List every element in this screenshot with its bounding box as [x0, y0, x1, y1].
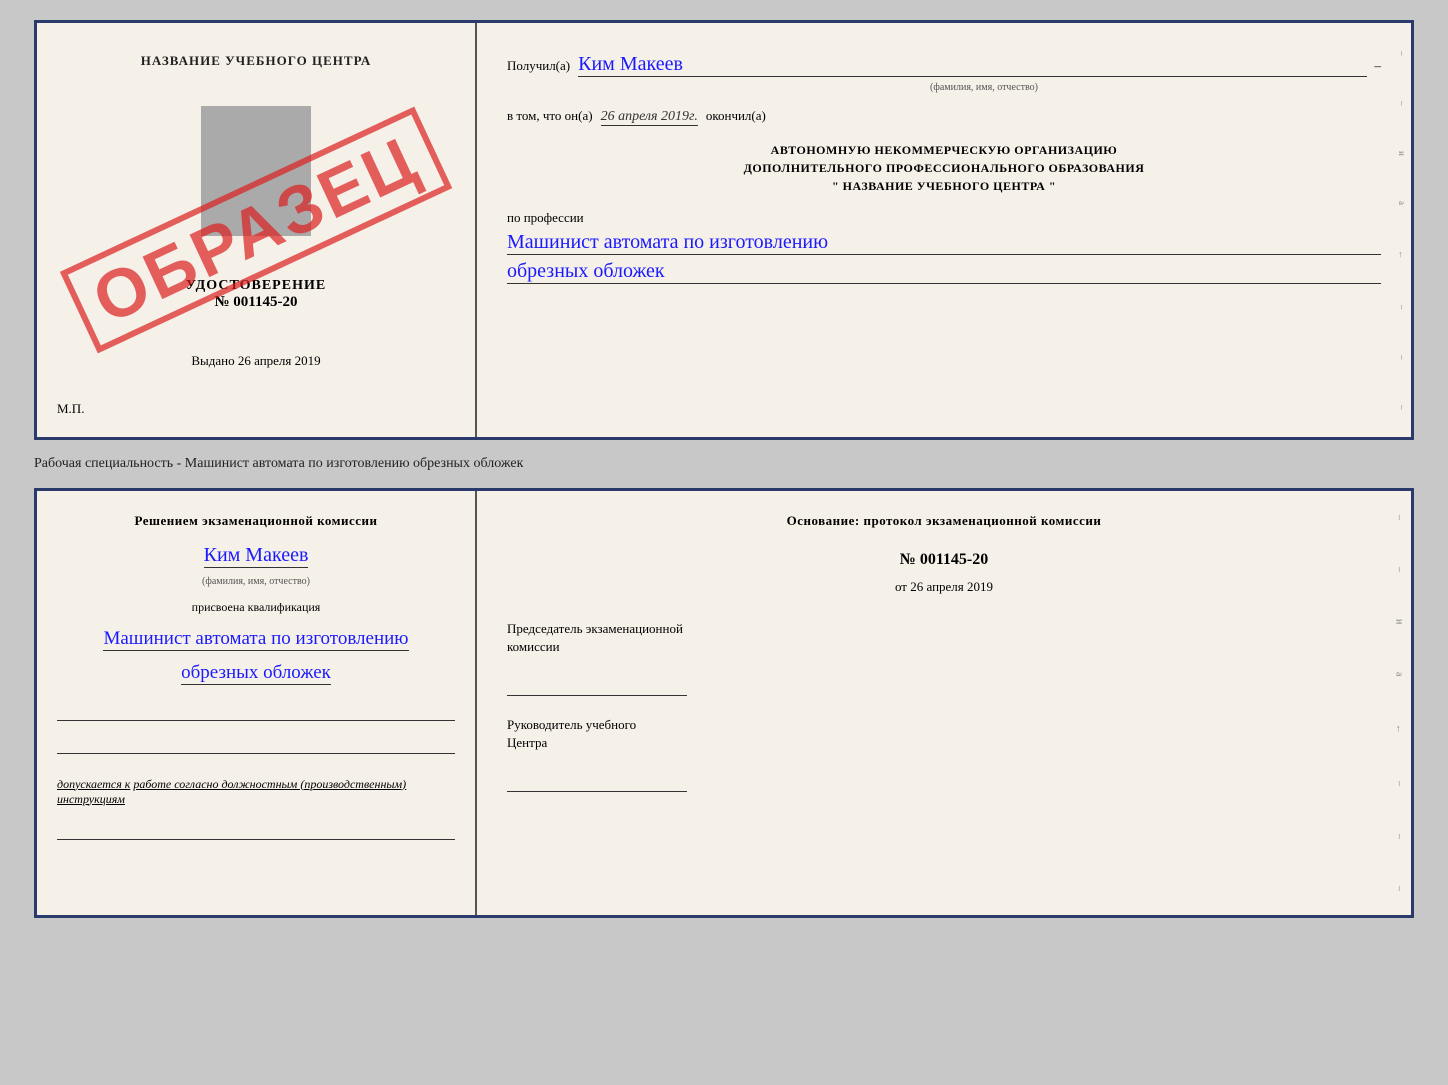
side-mark-6: –: [1397, 305, 1407, 310]
vtom-date: 26 апреля 2019г.: [601, 109, 698, 126]
bottom-doc-right: Основание: протокол экзаменационной коми…: [477, 491, 1411, 915]
predsedatel-label: Председатель экзаменационной комиссии: [507, 620, 1381, 656]
side-mark-4: а: [1397, 201, 1407, 205]
predsedatel-block: Председатель экзаменационной комиссии: [507, 620, 1381, 696]
po-professii: по профессии: [507, 210, 1381, 226]
vtom-line: в том, что он(а) 26 апреля 2019г. окончи…: [507, 108, 1381, 126]
prisvoena-label: присвоена квалификация: [192, 600, 321, 615]
osnovanie-block: Основание: протокол экзаменационной коми…: [507, 511, 1381, 531]
dopuskaetsya-block: допускается к работе согласно должностны…: [57, 777, 455, 807]
bottom-doc-left: Решением экзаменационной комиссии Ким Ма…: [37, 491, 477, 915]
profession-line1: Машинист автомата по изготовлению: [507, 231, 1381, 255]
fio-sub2: (фамилия, имя, отчество): [202, 576, 310, 587]
ot-date-val: 26 апреля 2019: [910, 579, 993, 594]
recipient-name: Ким Макеев: [578, 53, 1366, 77]
doc-number: № 001145-20: [186, 294, 326, 311]
rukovoditel-sig-line: [507, 772, 687, 792]
protocol-num: № 001145-20: [507, 551, 1381, 569]
mark-7: –: [1394, 834, 1405, 839]
vydano-date: 26 апреля 2019: [238, 353, 321, 368]
udostoverenie-block: УДОСТОВЕРЕНИЕ № 001145-20: [186, 278, 326, 311]
kvalif-line2: обрезных обложек: [181, 662, 331, 685]
top-doc-left: НАЗВАНИЕ УЧЕБНОГО ЦЕНТРА УДОСТОВЕРЕНИЕ №…: [37, 23, 477, 437]
side-mark-3: и: [1397, 151, 1407, 156]
mark-8: –: [1394, 886, 1405, 891]
okoncil-label: окончил(а): [706, 108, 766, 124]
recipient-label: Получил(а): [507, 58, 570, 74]
side-mark-1: –: [1397, 51, 1407, 56]
vydano-line: Выдано 26 апреля 2019: [191, 353, 320, 369]
mark-6: –: [1394, 781, 1405, 786]
org-name: " НАЗВАНИЕ УЧЕБНОГО ЦЕНТРА ": [507, 177, 1381, 195]
profession-line2: обрезных обложек: [507, 260, 1381, 284]
top-center-title: НАЗВАНИЕ УЧЕБНОГО ЦЕНТРА: [141, 53, 372, 69]
right-side-marks: – – и а ← – – –: [1389, 491, 1409, 915]
side-mark-7: –: [1397, 355, 1407, 360]
ot-date: от 26 апреля 2019: [507, 579, 1381, 595]
mark-1: –: [1394, 515, 1405, 520]
blank-line-2: [57, 734, 455, 754]
mark-3: и: [1394, 619, 1405, 624]
mark-5: ←: [1394, 724, 1405, 734]
kvalif-line1: Машинист автомата по изготовлению: [103, 628, 408, 651]
org-name-suffix: ": [1049, 179, 1056, 193]
mark-2: –: [1394, 567, 1405, 572]
fio-subtitle: (фамилия, имя, отчество): [587, 82, 1381, 93]
org-name-text: НАЗВАНИЕ УЧЕБНОГО ЦЕНТРА: [843, 179, 1046, 193]
rukovoditel-label: Руководитель учебного Центра: [507, 716, 1381, 752]
top-document: НАЗВАНИЕ УЧЕБНОГО ЦЕНТРА УДОСТОВЕРЕНИЕ №…: [34, 20, 1414, 440]
separator-text: Рабочая специальность - Машинист автомат…: [34, 450, 1414, 478]
blank-line-3: [57, 820, 455, 840]
photo-placeholder: [201, 106, 311, 236]
side-mark-8: –: [1397, 405, 1407, 410]
dopuskaetsya-label: допускается к: [57, 777, 130, 791]
resheniem-block: Решением экзаменационной комиссии: [134, 511, 377, 531]
komissia-name: Ким Макеев: [204, 544, 309, 568]
vtom-label: в том, что он(а): [507, 108, 593, 124]
predsedatel-sig-line: [507, 676, 687, 696]
blank-line-1: [57, 701, 455, 721]
mark-4: а: [1394, 672, 1405, 676]
mp-line: М.П.: [57, 401, 84, 417]
org-line1: АВТОНОМНУЮ НЕКОММЕРЧЕСКУЮ ОРГАНИЗАЦИЮ: [507, 141, 1381, 159]
recipient-dash: –: [1375, 58, 1382, 74]
side-mark-5: ←: [1397, 250, 1407, 259]
side-decorative-lines: – – и а ← – – –: [1393, 23, 1411, 437]
rukovoditel-block: Руководитель учебного Центра: [507, 716, 1381, 792]
ot-label: от: [895, 579, 907, 594]
vydano-label: Выдано: [191, 353, 234, 368]
udostoverenie-label: УДОСТОВЕРЕНИЕ: [186, 278, 326, 294]
bottom-document: Решением экзаменационной комиссии Ким Ма…: [34, 488, 1414, 918]
top-doc-right: Получил(а) Ким Макеев – (фамилия, имя, о…: [477, 23, 1411, 437]
org-line2: ДОПОЛНИТЕЛЬНОГО ПРОФЕССИОНАЛЬНОГО ОБРАЗО…: [507, 159, 1381, 177]
org-name-prefix: ": [832, 179, 839, 193]
org-block: АВТОНОМНУЮ НЕКОММЕРЧЕСКУЮ ОРГАНИЗАЦИЮ ДО…: [507, 141, 1381, 195]
side-mark-2: –: [1397, 101, 1407, 106]
recipient-line: Получил(а) Ким Макеев –: [507, 53, 1381, 77]
